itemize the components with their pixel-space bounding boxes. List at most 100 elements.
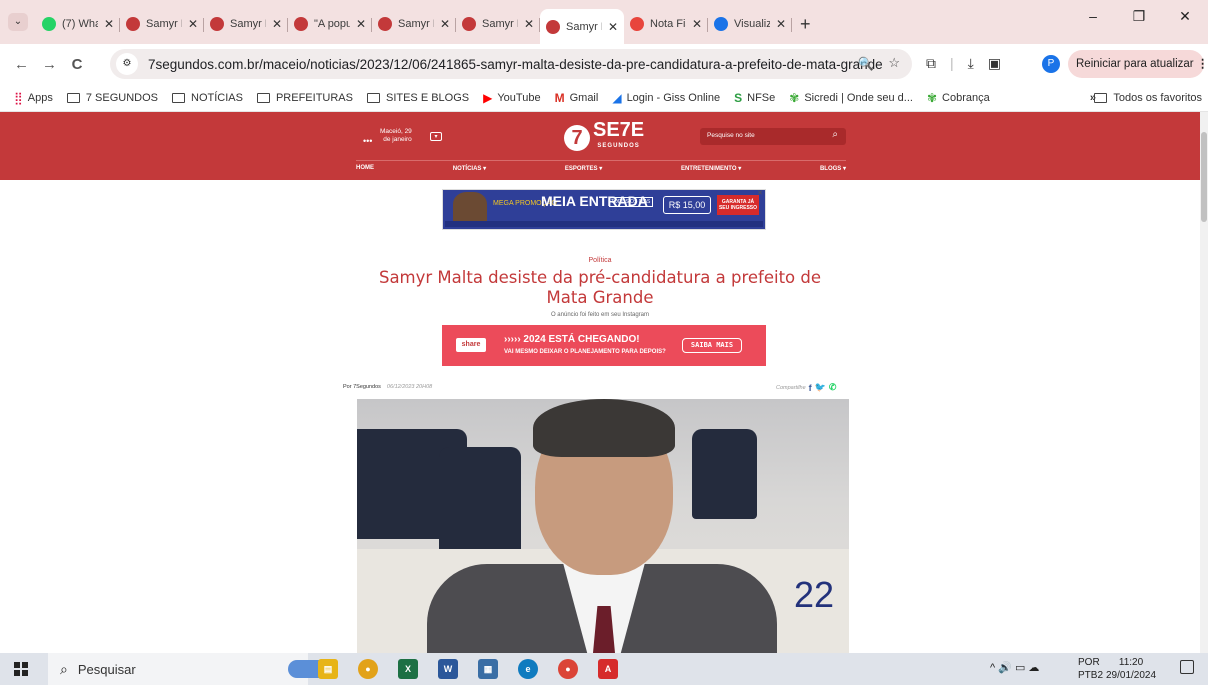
language-indicator[interactable]: POR PTB2 xyxy=(1078,656,1103,682)
site-header: ••• Maceió, 29 de janeiro ▾ 7 SE7E SEGUNDO… xyxy=(0,112,1200,180)
new-tab-icon[interactable]: + xyxy=(800,14,811,35)
facebook-icon[interactable]: f xyxy=(809,383,812,393)
edge-icon[interactable]: e xyxy=(518,659,538,679)
tab-favicon-icon xyxy=(42,17,56,31)
extensions-icon[interactable]: ⧉ xyxy=(926,55,936,72)
scrollbar-thumb[interactable] xyxy=(1201,132,1207,222)
restart-to-update-button[interactable]: Reiniciar para atualizar ⋮ xyxy=(1068,50,1208,78)
tab-title: Samyr Ma xyxy=(146,18,182,30)
time: 11:20 xyxy=(1118,657,1144,668)
tab-close-icon[interactable]: ✕ xyxy=(524,17,534,31)
all-bookmarks-folder[interactable]: Todos os favoritos xyxy=(1094,92,1202,104)
bookmark-item[interactable]: NOTÍCIAS xyxy=(172,91,243,105)
tab-5[interactable]: Samyr Ma ✕ xyxy=(456,9,540,39)
taskbar-search[interactable]: ⌕ Pesquisar xyxy=(48,653,338,685)
tab-close-icon[interactable]: ✕ xyxy=(692,17,702,31)
clock[interactable]: 11:20 29/01/2024 xyxy=(1106,656,1156,682)
folder-icon xyxy=(66,92,80,103)
giss-icon: ◢ xyxy=(612,90,622,105)
banner-ad-cinema[interactable]: MEGA PROMOÇÃO MEIA ENTRADA TODOS OS DIAS… xyxy=(442,189,766,230)
tab-close-icon[interactable]: ✕ xyxy=(608,20,618,34)
tab-close-icon[interactable]: ✕ xyxy=(104,17,114,31)
whatsapp-icon[interactable]: ✆ xyxy=(829,382,837,393)
tab-0[interactable]: (7) Whats ✕ xyxy=(36,9,120,39)
windows-start-icon[interactable] xyxy=(14,662,28,676)
tab-7[interactable]: Nota Fisc ✕ xyxy=(624,9,708,39)
window-controls: – ❐ ✕ xyxy=(1070,8,1208,25)
menu-item[interactable]: BLOGS ▾ xyxy=(820,165,846,172)
tab-search-button[interactable]: ⌄ xyxy=(8,13,28,31)
banner-ad-share[interactable]: share ››››› 2024 ESTÁ CHEGANDO! VAI MESM… xyxy=(442,325,766,366)
tab-close-icon[interactable]: ✕ xyxy=(272,17,282,31)
tab-1[interactable]: Samyr Ma ✕ xyxy=(120,9,204,39)
ad-cta[interactable]: GARANTA JÁ SEU INGRESSO xyxy=(717,195,759,215)
menu-item[interactable]: ESPORTES ▾ xyxy=(565,165,602,172)
twitter-icon[interactable]: 🐦 xyxy=(815,382,826,393)
menu-item[interactable]: HOME xyxy=(356,165,374,172)
tab-6[interactable]: Samyr Ma ✕ xyxy=(540,9,624,44)
calculator-icon[interactable]: ▦ xyxy=(478,659,498,679)
bookmark-item[interactable]: 7 SEGUNDOS xyxy=(66,91,158,105)
download-icon[interactable]: ⤓ xyxy=(968,55,974,72)
bookmark-item[interactable]: M Gmail xyxy=(555,91,599,105)
menu-item[interactable]: ENTRETENIMENTO ▾ xyxy=(681,165,741,172)
bookmark-item[interactable]: PREFEITURAS xyxy=(256,91,353,105)
chrome-icon[interactable]: ● xyxy=(358,659,378,679)
bookmark-item[interactable]: ✾ Cobrança xyxy=(927,91,990,105)
acrobat-icon[interactable]: A xyxy=(598,659,618,679)
tab-close-icon[interactable]: ✕ xyxy=(356,17,366,31)
bookmark-item[interactable]: S NFSe xyxy=(734,91,775,105)
ad-cta-button[interactable]: SAIBA MAIS xyxy=(682,338,742,353)
forward-icon[interactable]: → xyxy=(42,56,57,73)
hair-shape xyxy=(533,399,675,457)
tab-close-icon[interactable]: ✕ xyxy=(188,17,198,31)
tab-4[interactable]: Samyr Ma ✕ xyxy=(372,9,456,39)
reload-icon[interactable]: C xyxy=(70,56,84,73)
close-window-icon[interactable]: ✕ xyxy=(1162,8,1208,25)
bookmark-star-icon[interactable]: ☆ xyxy=(888,55,900,71)
minimize-icon[interactable]: – xyxy=(1070,8,1116,25)
site-info-icon[interactable]: ⚙ xyxy=(116,53,138,75)
file-explorer-icon[interactable]: ▤ xyxy=(318,659,338,679)
tab-2[interactable]: Samyr Ma ✕ xyxy=(204,9,288,39)
back-icon[interactable]: ← xyxy=(14,56,29,73)
bookmark-item[interactable]: ▶ YouTube xyxy=(483,91,540,105)
article-category[interactable]: Política xyxy=(0,257,1200,264)
system-tray[interactable]: ^ 🔊 ▭ ☁ xyxy=(990,661,1039,674)
menu-item[interactable]: NOTÍCIAS ▾ xyxy=(453,165,486,172)
ad-brand-logo: share xyxy=(456,338,486,352)
word-icon[interactable]: W xyxy=(438,659,458,679)
tab-3[interactable]: "A popula ✕ xyxy=(288,9,372,39)
tab-close-icon[interactable]: ✕ xyxy=(440,17,450,31)
excel-icon[interactable]: X xyxy=(398,659,418,679)
bookmark-item[interactable]: ✾ Sicredi | Onde seu d... xyxy=(789,91,913,105)
bookmark-item[interactable]: ◢ Login - Giss Online xyxy=(612,91,720,105)
bookmark-apps[interactable]: ⣿ Apps xyxy=(14,91,53,105)
dots-icon[interactable]: ••• xyxy=(363,136,372,146)
zoom-icon[interactable]: 🔍 xyxy=(858,56,874,72)
profile-avatar[interactable]: P xyxy=(1042,55,1060,73)
tab-strip: ⌄ (7) Whats ✕ Samyr Ma ✕ Samyr Ma ✕ "A popula ✕… xyxy=(0,0,1208,44)
date-line: de janeiro xyxy=(383,136,412,143)
notification-icon[interactable] xyxy=(1180,660,1194,674)
ad-close-icon[interactable]: ✕ xyxy=(757,189,763,197)
site-logo[interactable]: 7 SE7E SEGUNDOS xyxy=(564,120,644,154)
chrome-profile-icon[interactable]: ● xyxy=(558,659,578,679)
search-icon[interactable]: ⌕ xyxy=(832,129,838,140)
site-search-input[interactable]: Pesquise no site ⌕ xyxy=(700,128,846,145)
page-scrollbar[interactable] xyxy=(1200,112,1208,653)
url-text[interactable]: 7segundos.com.br/maceio/noticias/2023/12… xyxy=(148,57,883,72)
tab-favicon-icon xyxy=(126,17,140,31)
bookmark-item[interactable]: SITES E BLOGS xyxy=(366,91,469,105)
bookmark-label: NOTÍCIAS xyxy=(191,91,243,104)
tab-favicon-icon xyxy=(546,19,560,34)
address-bar[interactable]: ⚙ 7segundos.com.br/maceio/noticias/2023/… xyxy=(110,49,912,79)
menu-dots-icon[interactable]: ⋮ xyxy=(1197,58,1208,70)
dropdown-icon[interactable]: ▾ xyxy=(430,132,442,141)
side-panel-icon[interactable]: ▣ xyxy=(988,55,1001,72)
tab-close-icon[interactable]: ✕ xyxy=(776,17,786,31)
restore-icon[interactable]: ❐ xyxy=(1116,8,1162,25)
bookmark-label: Sicredi | Onde seu d... xyxy=(804,91,913,104)
tab-8[interactable]: Visualizaç ✕ xyxy=(708,9,792,39)
ad-headline: ››››› 2024 ESTÁ CHEGANDO! xyxy=(504,334,640,345)
